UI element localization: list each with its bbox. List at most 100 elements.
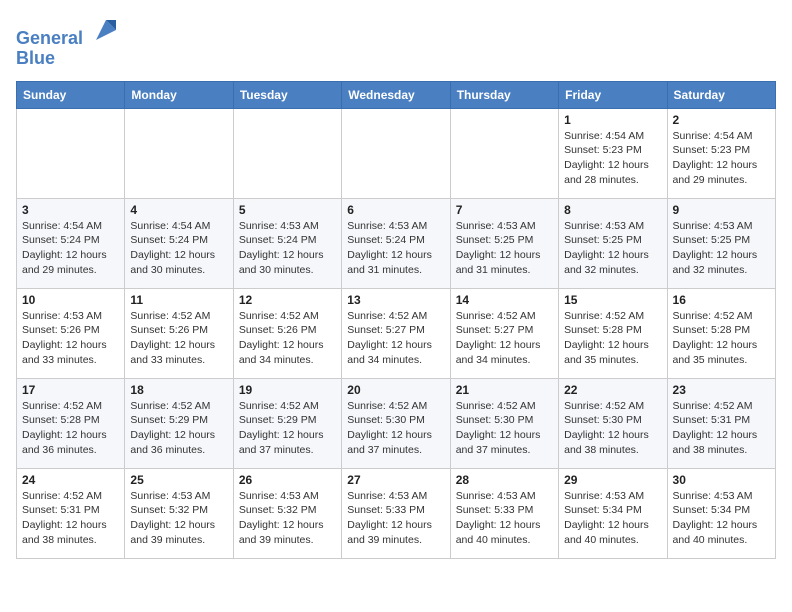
calendar-day-cell: 22 Sunrise: 4:52 AMSunset: 5:30 PMDayligh… <box>559 378 667 468</box>
weekday-header-cell: Wednesday <box>342 81 450 108</box>
calendar-week-row: 1 Sunrise: 4:54 AMSunset: 5:23 PMDaylight… <box>17 108 776 198</box>
calendar-day-cell: 30 Sunrise: 4:53 AMSunset: 5:34 PMDayligh… <box>667 468 775 558</box>
day-number: 26 <box>239 473 336 487</box>
day-number: 14 <box>456 293 553 307</box>
day-number: 21 <box>456 383 553 397</box>
calendar-week-row: 17 Sunrise: 4:52 AMSunset: 5:28 PMDayligh… <box>17 378 776 468</box>
day-info: Sunrise: 4:52 AMSunset: 5:29 PMDaylight:… <box>130 399 227 458</box>
day-number: 7 <box>456 203 553 217</box>
weekday-header-cell: Sunday <box>17 81 125 108</box>
day-info: Sunrise: 4:53 AMSunset: 5:25 PMDaylight:… <box>456 219 553 278</box>
day-number: 16 <box>673 293 770 307</box>
calendar-day-cell: 6 Sunrise: 4:53 AMSunset: 5:24 PMDaylight… <box>342 198 450 288</box>
day-info: Sunrise: 4:53 AMSunset: 5:34 PMDaylight:… <box>673 489 770 548</box>
day-info: Sunrise: 4:52 AMSunset: 5:28 PMDaylight:… <box>564 309 661 368</box>
day-info: Sunrise: 4:52 AMSunset: 5:28 PMDaylight:… <box>673 309 770 368</box>
weekday-header-cell: Monday <box>125 81 233 108</box>
day-number: 29 <box>564 473 661 487</box>
calendar-day-cell: 8 Sunrise: 4:53 AMSunset: 5:25 PMDaylight… <box>559 198 667 288</box>
day-number: 22 <box>564 383 661 397</box>
day-number: 23 <box>673 383 770 397</box>
day-info: Sunrise: 4:52 AMSunset: 5:27 PMDaylight:… <box>456 309 553 368</box>
calendar-day-cell: 23 Sunrise: 4:52 AMSunset: 5:31 PMDayligh… <box>667 378 775 468</box>
day-number: 13 <box>347 293 444 307</box>
day-number: 12 <box>239 293 336 307</box>
day-info: Sunrise: 4:52 AMSunset: 5:29 PMDaylight:… <box>239 399 336 458</box>
day-info: Sunrise: 4:54 AMSunset: 5:24 PMDaylight:… <box>22 219 119 278</box>
day-number: 20 <box>347 383 444 397</box>
day-number: 4 <box>130 203 227 217</box>
logo: General Blue <box>16 16 120 69</box>
day-info: Sunrise: 4:53 AMSunset: 5:32 PMDaylight:… <box>130 489 227 548</box>
calendar-day-cell: 18 Sunrise: 4:52 AMSunset: 5:29 PMDayligh… <box>125 378 233 468</box>
weekday-header-cell: Tuesday <box>233 81 341 108</box>
calendar-week-row: 3 Sunrise: 4:54 AMSunset: 5:24 PMDaylight… <box>17 198 776 288</box>
calendar-day-cell: 13 Sunrise: 4:52 AMSunset: 5:27 PMDayligh… <box>342 288 450 378</box>
day-info: Sunrise: 4:52 AMSunset: 5:27 PMDaylight:… <box>347 309 444 368</box>
logo-text: General <box>16 16 120 49</box>
day-info: Sunrise: 4:53 AMSunset: 5:25 PMDaylight:… <box>673 219 770 278</box>
day-number: 17 <box>22 383 119 397</box>
calendar-day-cell <box>233 108 341 198</box>
day-number: 11 <box>130 293 227 307</box>
weekday-header-cell: Thursday <box>450 81 558 108</box>
day-number: 10 <box>22 293 119 307</box>
day-info: Sunrise: 4:53 AMSunset: 5:32 PMDaylight:… <box>239 489 336 548</box>
day-number: 18 <box>130 383 227 397</box>
calendar-day-cell: 1 Sunrise: 4:54 AMSunset: 5:23 PMDaylight… <box>559 108 667 198</box>
day-info: Sunrise: 4:52 AMSunset: 5:30 PMDaylight:… <box>564 399 661 458</box>
day-info: Sunrise: 4:54 AMSunset: 5:23 PMDaylight:… <box>673 129 770 188</box>
calendar-body: 1 Sunrise: 4:54 AMSunset: 5:23 PMDaylight… <box>17 108 776 558</box>
day-info: Sunrise: 4:52 AMSunset: 5:30 PMDaylight:… <box>347 399 444 458</box>
day-info: Sunrise: 4:53 AMSunset: 5:26 PMDaylight:… <box>22 309 119 368</box>
calendar-day-cell: 19Sunrise: 4:52 AMSunset: 5:29 PMDayligh… <box>233 378 341 468</box>
day-number: 5 <box>239 203 336 217</box>
day-info: Sunrise: 4:53 AMSunset: 5:34 PMDaylight:… <box>564 489 661 548</box>
day-info: Sunrise: 4:54 AMSunset: 5:24 PMDaylight:… <box>130 219 227 278</box>
day-info: Sunrise: 4:52 AMSunset: 5:26 PMDaylight:… <box>130 309 227 368</box>
calendar-day-cell: 5 Sunrise: 4:53 AMSunset: 5:24 PMDaylight… <box>233 198 341 288</box>
weekday-header-cell: Friday <box>559 81 667 108</box>
weekday-header-cell: Saturday <box>667 81 775 108</box>
day-info: Sunrise: 4:53 AMSunset: 5:24 PMDaylight:… <box>347 219 444 278</box>
calendar-day-cell: 21Sunrise: 4:52 AMSunset: 5:30 PMDayligh… <box>450 378 558 468</box>
calendar-day-cell: 10 Sunrise: 4:53 AMSunset: 5:26 PMDayligh… <box>17 288 125 378</box>
calendar-day-cell: 12 Sunrise: 4:52 AMSunset: 5:26 PMDayligh… <box>233 288 341 378</box>
calendar-day-cell: 9 Sunrise: 4:53 AMSunset: 5:25 PMDaylight… <box>667 198 775 288</box>
page-header: General Blue <box>16 16 776 69</box>
day-number: 6 <box>347 203 444 217</box>
day-info: Sunrise: 4:52 AMSunset: 5:28 PMDaylight:… <box>22 399 119 458</box>
day-info: Sunrise: 4:53 AMSunset: 5:24 PMDaylight:… <box>239 219 336 278</box>
calendar-day-cell: 20 Sunrise: 4:52 AMSunset: 5:30 PMDayligh… <box>342 378 450 468</box>
calendar-day-cell: 17 Sunrise: 4:52 AMSunset: 5:28 PMDayligh… <box>17 378 125 468</box>
day-number: 3 <box>22 203 119 217</box>
calendar-day-cell: 7 Sunrise: 4:53 AMSunset: 5:25 PMDaylight… <box>450 198 558 288</box>
day-number: 30 <box>673 473 770 487</box>
calendar-day-cell: 26 Sunrise: 4:53 AMSunset: 5:32 PMDayligh… <box>233 468 341 558</box>
calendar-day-cell: 2 Sunrise: 4:54 AMSunset: 5:23 PMDaylight… <box>667 108 775 198</box>
day-number: 1 <box>564 113 661 127</box>
day-info: Sunrise: 4:52 AMSunset: 5:26 PMDaylight:… <box>239 309 336 368</box>
calendar-day-cell: 11 Sunrise: 4:52 AMSunset: 5:26 PMDayligh… <box>125 288 233 378</box>
calendar-day-cell: 27Sunrise: 4:53 AMSunset: 5:33 PMDayligh… <box>342 468 450 558</box>
day-number: 9 <box>673 203 770 217</box>
calendar-table: SundayMondayTuesdayWednesdayThursdayFrid… <box>16 81 776 559</box>
day-info: Sunrise: 4:53 AMSunset: 5:33 PMDaylight:… <box>456 489 553 548</box>
day-info: Sunrise: 4:54 AMSunset: 5:23 PMDaylight:… <box>564 129 661 188</box>
calendar-week-row: 24Sunrise: 4:52 AMSunset: 5:31 PMDayligh… <box>17 468 776 558</box>
calendar-day-cell: 25 Sunrise: 4:53 AMSunset: 5:32 PMDayligh… <box>125 468 233 558</box>
day-number: 25 <box>130 473 227 487</box>
calendar-day-cell <box>125 108 233 198</box>
logo-blue: Blue <box>16 49 120 69</box>
calendar-day-cell: 15Sunrise: 4:52 AMSunset: 5:28 PMDayligh… <box>559 288 667 378</box>
calendar-day-cell: 29 Sunrise: 4:53 AMSunset: 5:34 PMDayligh… <box>559 468 667 558</box>
day-number: 27 <box>347 473 444 487</box>
day-info: Sunrise: 4:52 AMSunset: 5:31 PMDaylight:… <box>673 399 770 458</box>
logo-general: General <box>16 28 83 48</box>
day-number: 8 <box>564 203 661 217</box>
day-info: Sunrise: 4:53 AMSunset: 5:25 PMDaylight:… <box>564 219 661 278</box>
calendar-day-cell: 3 Sunrise: 4:54 AMSunset: 5:24 PMDaylight… <box>17 198 125 288</box>
day-number: 2 <box>673 113 770 127</box>
calendar-day-cell <box>450 108 558 198</box>
logo-icon <box>92 16 120 44</box>
